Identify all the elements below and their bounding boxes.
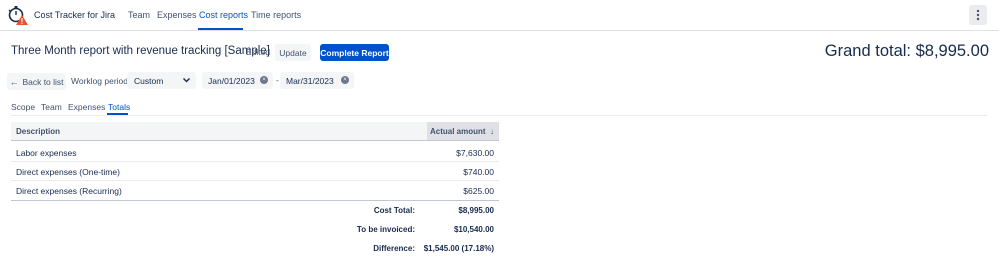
app-name[interactable]: Cost Tracker for Jira <box>34 10 115 20</box>
clear-icon[interactable]: × <box>260 76 268 84</box>
row-amount: $740.00 <box>463 167 494 177</box>
row-description: Direct expenses (One-time) <box>16 167 120 177</box>
row-amount: $7,630.00 <box>456 148 494 158</box>
worklog-period-label: Worklog period: <box>71 76 131 86</box>
tab-totals[interactable]: Totals <box>108 102 130 112</box>
start-date-input[interactable]: Jan/01/2023 × <box>202 72 273 89</box>
tab-team[interactable]: Team <box>41 102 62 112</box>
more-vertical-icon <box>976 9 980 21</box>
clear-icon[interactable]: × <box>341 76 349 84</box>
tabs-divider <box>11 115 987 116</box>
nav-cost-reports[interactable]: Cost reports <box>199 10 248 20</box>
complete-report-button[interactable]: Complete Report <box>320 44 389 61</box>
table-divider <box>11 200 499 201</box>
report-title: Three Month report with revenue tracking… <box>11 45 270 57</box>
chevron-down-icon <box>183 78 190 83</box>
more-button[interactable] <box>969 5 987 25</box>
worklog-period-select[interactable]: Custom <box>127 72 196 89</box>
difference-value: $1,545.00 (17.18%) <box>423 244 494 253</box>
tab-expenses[interactable]: Expenses <box>68 102 105 112</box>
start-date-value: Jan/01/2023 <box>208 75 255 86</box>
update-button[interactable]: Update <box>275 44 311 61</box>
date-separator: - <box>276 75 279 85</box>
back-to-list-label: Back to list <box>22 76 64 87</box>
nav-time-reports[interactable]: Time reports <box>251 10 301 20</box>
column-header-amount[interactable]: Actual amount ↓ <box>427 122 499 140</box>
arrow-down-icon: ↓ <box>487 127 494 136</box>
nav-expenses[interactable]: Expenses <box>157 10 197 20</box>
to-be-invoiced-label: To be invoiced: <box>356 225 415 234</box>
column-header-description[interactable]: Description <box>16 127 60 136</box>
nav-team[interactable]: Team <box>128 10 150 20</box>
cost-total-value: $8,995.00 <box>458 206 494 215</box>
stopwatch-warning-icon[interactable] <box>7 4 29 26</box>
row-description: Direct expenses (Recurring) <box>16 186 122 196</box>
worklog-period-value: Custom <box>134 75 164 86</box>
table-header: Description Actual amount ↓ <box>11 122 499 141</box>
grand-total: Grand total: $8,995.00 <box>824 42 989 60</box>
cost-total-label: Cost Total: <box>373 206 415 215</box>
table-row: Direct expenses (Recurring) $625.00 <box>11 181 499 200</box>
table-row: Direct expenses (One-time) $740.00 <box>11 162 499 181</box>
top-navigation: Cost Tracker for Jira Team Expenses Cost… <box>0 0 999 31</box>
row-amount: $625.00 <box>463 186 494 196</box>
tab-scope[interactable]: Scope <box>11 102 35 112</box>
to-be-invoiced-value: $10,540.00 <box>453 225 494 234</box>
end-date-value: Mar/31/2023 <box>286 75 334 86</box>
column-header-amount-label: Actual amount <box>429 127 486 136</box>
status-label: Edited <box>246 47 271 57</box>
arrow-left-icon: ← <box>9 76 19 87</box>
nav-active-indicator <box>198 28 243 30</box>
row-description: Labor expenses <box>16 148 77 158</box>
table-row: Labor expenses $7,630.00 <box>11 143 499 162</box>
back-to-list-button[interactable]: ← Back to list <box>7 73 66 90</box>
end-date-input[interactable]: Mar/31/2023 × <box>280 72 354 89</box>
difference-label: Difference: <box>373 244 415 253</box>
